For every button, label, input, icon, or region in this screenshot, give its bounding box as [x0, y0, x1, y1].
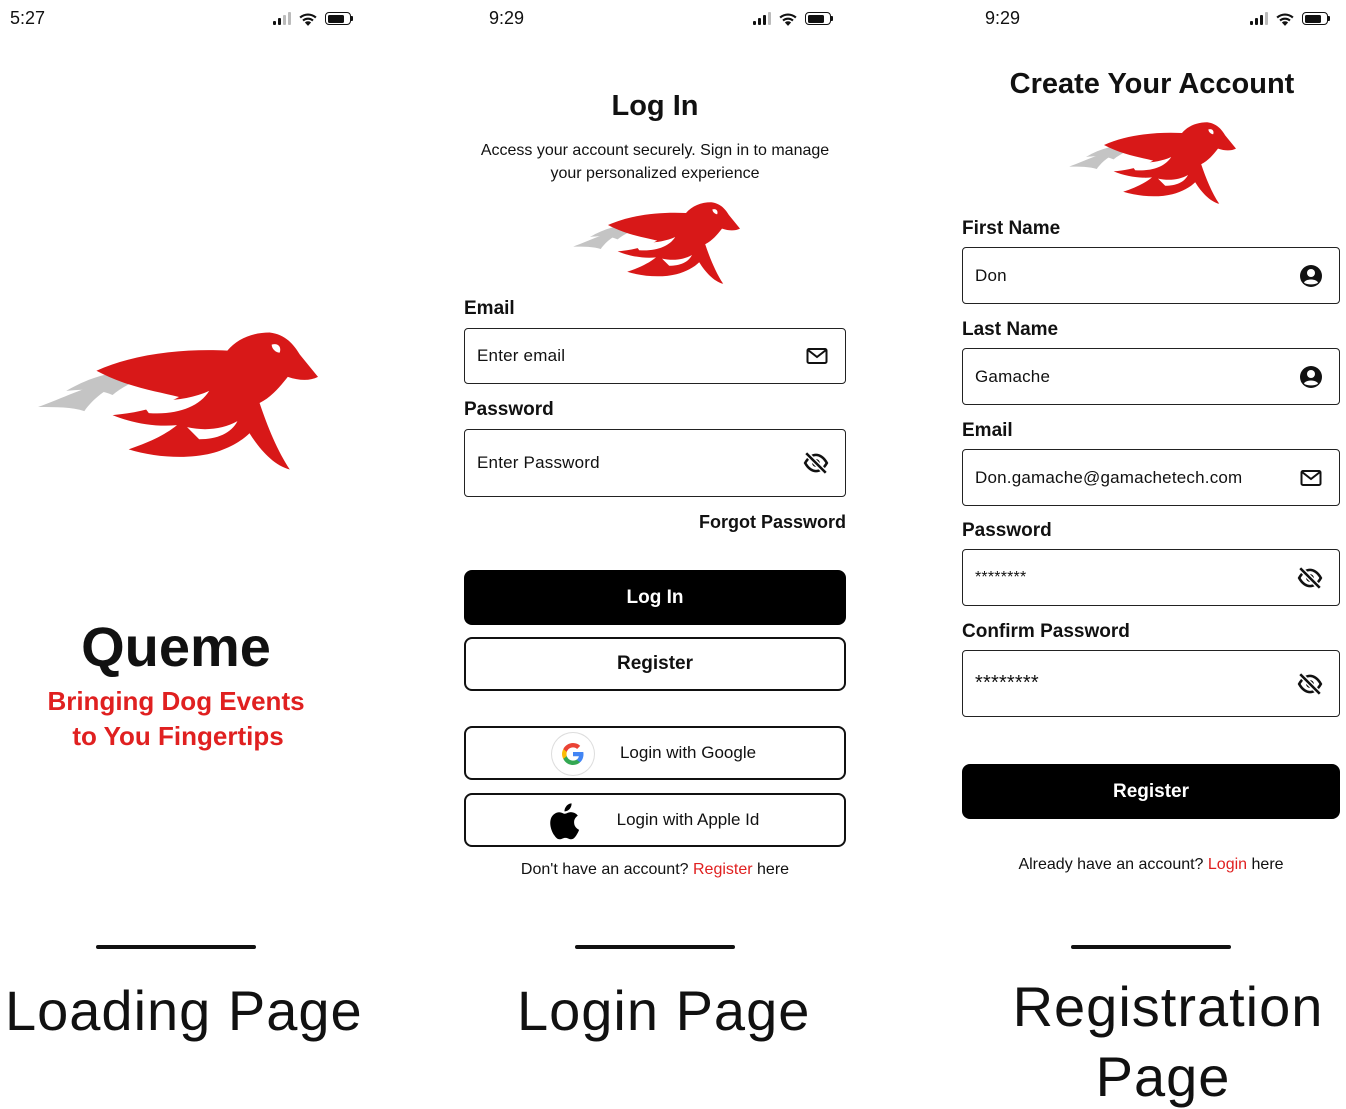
forgot-password-link[interactable]: Forgot Password	[646, 512, 846, 533]
signal-icon	[1250, 12, 1268, 25]
google-logo-icon	[552, 733, 594, 775]
confirm-password-label: Confirm Password	[962, 621, 1130, 642]
last-name-label: Last Name	[962, 319, 1059, 340]
home-indicator[interactable]	[1071, 945, 1231, 949]
status-time: 9:29	[985, 8, 1021, 28]
email-placeholder: Enter email	[477, 346, 566, 365]
email-value: Don.gamache@gamachetech.com	[975, 467, 1243, 487]
register-button[interactable]: Register	[962, 764, 1340, 819]
envelope-icon	[805, 344, 829, 368]
tagline-line2: to You Fingertips	[72, 721, 284, 751]
battery-icon	[805, 12, 833, 25]
status-icons	[273, 10, 353, 27]
subtitle-line1: Access your account securely. Sign in to…	[480, 142, 830, 159]
last-name-field[interactable]: Gamache	[962, 348, 1340, 405]
register-prompt: Don't have an account? Register here	[455, 861, 855, 879]
email-label: Email	[464, 298, 515, 319]
battery-icon	[1302, 12, 1330, 25]
login-with-apple-button[interactable]: Login with Apple Id	[464, 793, 846, 847]
google-button-label: Login with Google	[619, 743, 757, 762]
user-circle-icon	[1299, 365, 1323, 389]
home-indicator[interactable]	[96, 945, 256, 949]
password-field[interactable]: Enter Password	[464, 429, 846, 497]
apple-logo-icon	[548, 799, 586, 843]
login-prompt: Already have an account? Login here	[950, 856, 1346, 874]
wifi-icon	[777, 10, 799, 27]
envelope-icon	[1299, 466, 1323, 490]
login-link[interactable]: Login	[1208, 856, 1247, 873]
email-label: Email	[962, 420, 1013, 441]
confirm-password-field[interactable]: ********	[962, 650, 1340, 717]
user-circle-icon	[1299, 264, 1323, 288]
running-dog-logo	[572, 200, 740, 286]
last-name-value: Gamache	[975, 366, 1051, 386]
first-name-field[interactable]: Don	[962, 247, 1340, 304]
signal-icon	[753, 12, 771, 25]
login-button[interactable]: Log In	[464, 570, 846, 625]
running-dog-logo	[36, 330, 318, 472]
register-link[interactable]: Register	[693, 861, 753, 878]
password-label: Password	[962, 520, 1052, 541]
register-prompt-suffix: here	[757, 861, 790, 878]
wifi-icon	[1274, 10, 1296, 27]
apple-button-label: Login with Apple Id	[616, 810, 760, 829]
first-name-value: Don	[975, 265, 1007, 285]
caption-login: Login Page	[517, 979, 811, 1042]
eye-slash-icon[interactable]	[1297, 671, 1323, 697]
status-icons	[1250, 10, 1330, 27]
password-label: Password	[464, 399, 554, 420]
register-prompt-text: Don't have an account?	[520, 861, 689, 878]
login-prompt-suffix: here	[1251, 856, 1284, 873]
battery-icon	[325, 12, 353, 25]
caption-registration-line2: Page	[1095, 1045, 1231, 1108]
caption-registration-line1: Registration	[1012, 975, 1324, 1038]
status-time: 9:29	[489, 8, 525, 28]
eye-slash-icon[interactable]	[1297, 565, 1323, 591]
email-field[interactable]: Don.gamache@gamachetech.com	[962, 449, 1340, 506]
status-icons	[753, 10, 833, 27]
password-placeholder: Enter Password	[477, 453, 600, 472]
register-button[interactable]: Register	[464, 637, 846, 691]
email-field[interactable]: Enter email	[464, 328, 846, 384]
login-with-google-button[interactable]: Login with Google	[464, 726, 846, 780]
eye-slash-icon[interactable]	[803, 450, 829, 476]
signal-icon	[273, 12, 291, 25]
caption-loading: Loading Page	[5, 979, 363, 1042]
page-title: Log In	[611, 90, 699, 122]
page-title: Create Your Account	[1009, 68, 1295, 100]
tagline-line1: Bringing Dog Events	[47, 686, 305, 716]
login-prompt-text: Already have an account?	[1018, 856, 1204, 873]
subtitle-line2: your personalized experience	[550, 165, 760, 182]
home-indicator[interactable]	[575, 945, 735, 949]
password-value: ********	[975, 568, 1027, 586]
wifi-icon	[297, 10, 319, 27]
running-dog-logo	[1068, 120, 1236, 206]
app-name: Queme	[81, 615, 271, 678]
status-time: 5:27	[10, 8, 46, 28]
first-name-label: First Name	[962, 218, 1061, 239]
password-field[interactable]: ********	[962, 549, 1340, 606]
confirm-password-value: ********	[975, 672, 1039, 694]
